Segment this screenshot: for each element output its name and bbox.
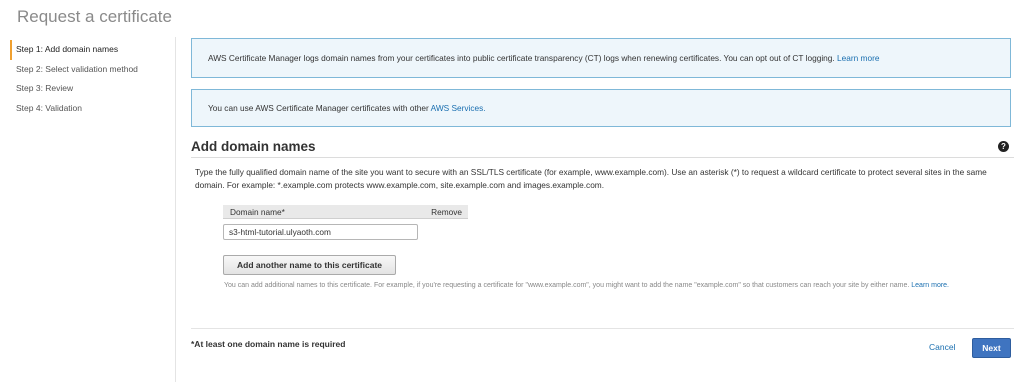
step-select-validation-method[interactable]: Step 2: Select validation method xyxy=(10,60,173,80)
aws-services-info-box: You can use AWS Certificate Manager cert… xyxy=(191,89,1011,127)
domain-name-column-header: Domain name* xyxy=(230,207,285,217)
hint-learn-more-link[interactable]: Learn more. xyxy=(911,282,949,289)
additional-names-hint: You can add additional names to this cer… xyxy=(224,282,950,289)
page-title: Request a certificate xyxy=(17,7,172,26)
ct-logging-info-text: AWS Certificate Manager logs domain name… xyxy=(208,53,880,63)
ct-logging-info-box: AWS Certificate Manager logs domain name… xyxy=(191,38,1011,78)
wizard-steps: Step 1: Add domain names Step 2: Select … xyxy=(10,40,173,118)
remove-column-header: Remove xyxy=(431,207,462,217)
step-review[interactable]: Step 3: Review xyxy=(10,79,173,99)
section-description: Type the fully qualified domain name of … xyxy=(195,167,987,190)
next-button[interactable]: Next xyxy=(972,338,1011,358)
step-add-domain-names[interactable]: Step 1: Add domain names xyxy=(10,40,173,60)
section-divider xyxy=(191,157,1014,158)
required-note: *At least one domain name is required xyxy=(191,339,346,349)
ct-learn-more-link[interactable]: Learn more xyxy=(837,53,879,63)
cancel-link[interactable]: Cancel xyxy=(929,342,955,352)
steps-divider xyxy=(175,37,176,382)
domain-table-header: Domain name* Remove xyxy=(223,205,468,219)
step-validation[interactable]: Step 4: Validation xyxy=(10,99,173,119)
domain-name-input[interactable] xyxy=(223,224,418,240)
add-another-name-button[interactable]: Add another name to this certificate xyxy=(223,255,396,275)
footer-divider xyxy=(191,328,1014,329)
section-title: Add domain names xyxy=(191,139,316,154)
domain-table: Domain name* Remove xyxy=(223,205,468,219)
aws-services-link[interactable]: AWS Services. xyxy=(431,103,486,113)
aws-services-info-text: You can use AWS Certificate Manager cert… xyxy=(208,103,486,113)
help-icon[interactable]: ? xyxy=(998,141,1009,152)
